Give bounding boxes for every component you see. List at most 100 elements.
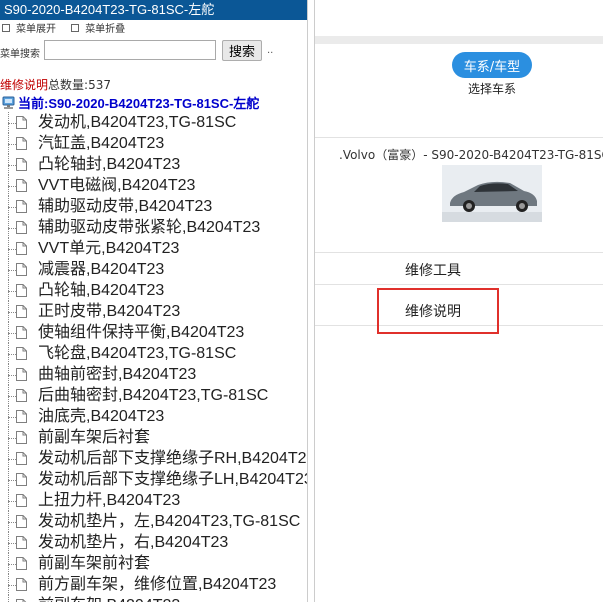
tree-item-label: VVT单元,B4204T23	[38, 240, 180, 257]
tree-item[interactable]: 油底壳,B4204T23	[0, 406, 307, 427]
tree-item-label: 飞轮盘,B4204T23,TG-81SC	[38, 345, 237, 362]
tree-item[interactable]: 凸轮轴,B4204T23	[0, 280, 307, 301]
document-icon	[16, 305, 27, 318]
tree-connector	[8, 375, 16, 376]
divider	[315, 284, 603, 285]
tree-item[interactable]: VVT电磁阀,B4204T23	[0, 175, 307, 196]
total-count-line: 维修说明总数量:537	[0, 76, 111, 93]
document-icon	[16, 431, 27, 444]
tree-item-label: 曲轴前密封,B4204T23	[38, 366, 197, 383]
tree-item[interactable]: 正时皮带,B4204T23	[0, 301, 307, 322]
tree-item-label: 前方副车架，维修位置,B4204T23	[38, 576, 277, 593]
computer-icon	[2, 96, 15, 109]
tree-item-label: 发动机后部下支撑绝缘子RH,B4204T23	[38, 450, 307, 467]
document-icon	[16, 515, 27, 528]
tree-connector	[8, 228, 16, 229]
model-select-button[interactable]: 车系/车型	[452, 52, 532, 78]
tree-connector	[8, 144, 16, 145]
highlight-box	[377, 288, 499, 334]
tree-item[interactable]: 前副车架前衬套	[0, 553, 307, 574]
current-node-label: 当前:S90-2020-B4204T23-TG-81SC-左舵	[18, 96, 260, 111]
tree-connector	[8, 543, 16, 544]
tree-item[interactable]: 后曲轴密封,B4204T23,TG-81SC	[0, 385, 307, 406]
repair-tools-label: 维修工具	[405, 263, 461, 279]
vehicle-title: .Volvo（富豪）- S90-2020-B4204T23-TG-81SC	[339, 148, 603, 162]
tree-item[interactable]: 发动机后部下支撑绝缘子LH,B4204T23	[0, 469, 307, 490]
document-icon	[16, 368, 27, 381]
tree-connector	[8, 270, 16, 271]
document-icon	[16, 536, 27, 549]
tree-item[interactable]: 发动机,B4204T23,TG-81SC	[0, 112, 307, 133]
tree-item[interactable]: 前副车架,B4204T23	[0, 595, 307, 602]
document-icon	[16, 263, 27, 276]
search-button[interactable]: 搜索	[222, 40, 262, 61]
menu-expand-option[interactable]: 菜单展开	[2, 24, 56, 35]
tree-item[interactable]: 飞轮盘,B4204T23,TG-81SC	[0, 343, 307, 364]
tree-item[interactable]: 前副车架后衬套	[0, 427, 307, 448]
divider	[315, 137, 603, 138]
car-image	[442, 165, 542, 222]
tree-item[interactable]: 汽缸盖,B4204T23	[0, 133, 307, 154]
select-series-label: 选择车系	[467, 82, 516, 96]
tree-item[interactable]: 辅助驱动皮带张紧轮,B4204T23	[0, 217, 307, 238]
tree-item[interactable]: 发动机垫片，右,B4204T23	[0, 532, 307, 553]
total-count: 537	[88, 78, 111, 92]
tree-connector	[8, 501, 16, 502]
tree-item-label: VVT电磁阀,B4204T23	[38, 177, 196, 194]
tree-item[interactable]: VVT单元,B4204T23	[0, 238, 307, 259]
tree-item[interactable]: 凸轮轴封,B4204T23	[0, 154, 307, 175]
tree-item-label: 发动机后部下支撑绝缘子LH,B4204T23	[38, 471, 307, 488]
tree-connector	[8, 522, 16, 523]
tree-connector	[8, 123, 16, 124]
menu-collapse-label: 菜单折叠	[85, 24, 126, 35]
tree-connector	[8, 417, 16, 418]
tree-connector	[8, 480, 16, 481]
tree-connector	[8, 165, 16, 166]
document-icon	[16, 347, 27, 360]
tree-item-label: 前副车架后衬套	[38, 429, 151, 446]
tree-item[interactable]: 发动机后部下支撑绝缘子RH,B4204T23	[0, 448, 307, 469]
pane-splitter[interactable]	[307, 0, 315, 602]
expand-checkbox-icon	[2, 24, 10, 32]
document-icon	[16, 494, 27, 507]
document-icon	[16, 242, 27, 255]
total-category-label: 维修说明	[0, 78, 49, 92]
tree-connector	[8, 438, 16, 439]
menu-expand-label: 菜单展开	[16, 24, 56, 35]
tree-connector	[8, 207, 16, 208]
document-icon	[16, 452, 27, 465]
tree-item[interactable]: 上扭力杆,B4204T23	[0, 490, 307, 511]
document-icon	[16, 326, 27, 339]
left-tree-pane: S90-2020-B4204T23-TG-81SC-左舵 菜单展开 菜单折叠 菜…	[0, 0, 307, 602]
tree-item[interactable]: 发动机垫片，左,B4204T23,TG-81SC	[0, 511, 307, 532]
tree-connector	[8, 585, 16, 586]
document-icon	[16, 200, 27, 213]
tree-item-label: 凸轮轴封,B4204T23	[38, 156, 181, 173]
current-node[interactable]: 当前:S90-2020-B4204T23-TG-81SC-左舵	[2, 93, 259, 111]
tree-item-label: 发动机,B4204T23,TG-81SC	[38, 114, 237, 131]
tree-connector	[8, 354, 16, 355]
tree-connector	[8, 459, 16, 460]
tree-item[interactable]: 辅助驱动皮带,B4204T23	[0, 196, 307, 217]
tree-title-bar: S90-2020-B4204T23-TG-81SC-左舵	[0, 0, 307, 20]
document-icon	[16, 389, 27, 402]
tree-item-label: 发动机垫片，左,B4204T23,TG-81SC	[38, 513, 301, 530]
tree-item-label: 油底壳,B4204T23	[38, 408, 165, 425]
tree-item-label: 发动机垫片，右,B4204T23	[38, 534, 229, 551]
tree-item[interactable]: 曲轴前密封,B4204T23	[0, 364, 307, 385]
divider	[315, 252, 603, 253]
tree-connector	[8, 396, 16, 397]
repair-tools-row[interactable]: 维修工具	[315, 256, 603, 282]
menu-collapse-option[interactable]: 菜单折叠	[71, 24, 125, 35]
document-icon	[16, 116, 27, 129]
right-content-pane: 车系/车型 选择车系 .Volvo（富豪）- S90-2020-B4204T23…	[315, 0, 603, 602]
tree-item[interactable]: 前方副车架，维修位置,B4204T23	[0, 574, 307, 595]
tree-item-label: 减震器,B4204T23	[38, 261, 165, 278]
tree-item[interactable]: 减震器,B4204T23	[0, 259, 307, 280]
tree-item[interactable]: 使轴组件保持平衡,B4204T23	[0, 322, 307, 343]
tree-item-label: 前副车架前衬套	[38, 555, 151, 572]
tree-item-label: 上扭力杆,B4204T23	[38, 492, 181, 509]
search-input[interactable]	[44, 40, 216, 60]
tree-item-label: 正时皮带,B4204T23	[38, 303, 181, 320]
tree-item-label: 汽缸盖,B4204T23	[38, 135, 165, 152]
